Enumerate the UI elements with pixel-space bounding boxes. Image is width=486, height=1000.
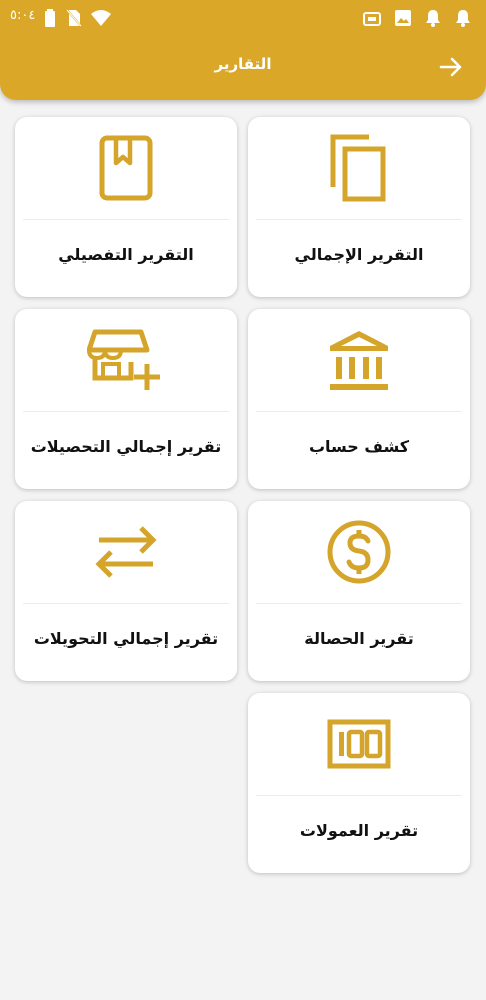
status-time: ٥:٠٤ (10, 8, 36, 23)
card-divider (23, 411, 229, 412)
bell-icon (456, 10, 470, 27)
bookmark-book-icon (99, 135, 153, 201)
card-commissions-report[interactable]: تقرير العمولات (248, 693, 470, 873)
card-piggybank-report[interactable]: تقرير الحصالة (248, 501, 470, 681)
card-divider (256, 795, 462, 796)
page-title: التقارير (214, 55, 272, 73)
bell-icon (426, 10, 440, 27)
card-divider (256, 603, 462, 604)
card-divider (23, 219, 229, 220)
app-header: ٥:٠٤ التقارير (0, 0, 486, 100)
card-summary-report[interactable]: التقرير الإجمالي (248, 117, 470, 297)
no-sim-icon (66, 9, 82, 27)
card-detailed-report[interactable]: التقرير التفصيلي (15, 117, 237, 297)
card-collections-summary[interactable]: تقرير إجمالي التحصيلات (15, 309, 237, 489)
card-label: تقرير العمولات (299, 821, 419, 840)
card-label: تقرير الحصالة (304, 629, 414, 648)
wifi-icon (91, 10, 111, 26)
app-notification-icon (363, 12, 381, 26)
hundred-icon (327, 719, 391, 769)
battery-icon (45, 9, 55, 27)
store-add-icon (87, 329, 160, 390)
image-icon (395, 10, 411, 26)
card-label: التقرير الإجمالي (294, 245, 424, 264)
card-label: كشف حساب (308, 437, 410, 456)
card-label: تقرير إجمالي التحصيلات (30, 437, 222, 456)
arrow-right-icon[interactable] (438, 54, 464, 80)
card-divider (23, 603, 229, 604)
card-divider (256, 411, 462, 412)
copy-icon (330, 134, 386, 202)
card-divider (256, 219, 462, 220)
bank-icon (330, 331, 388, 390)
card-label: تقرير إجمالي التحويلات (33, 629, 219, 648)
dollar-coin-icon (327, 520, 391, 584)
card-label: التقرير التفصيلي (58, 245, 194, 264)
swap-arrows-icon (95, 526, 157, 578)
card-transfers-summary[interactable]: تقرير إجمالي التحويلات (15, 501, 237, 681)
card-account-statement[interactable]: كشف حساب (248, 309, 470, 489)
status-bar: ٥:٠٤ (0, 6, 486, 28)
